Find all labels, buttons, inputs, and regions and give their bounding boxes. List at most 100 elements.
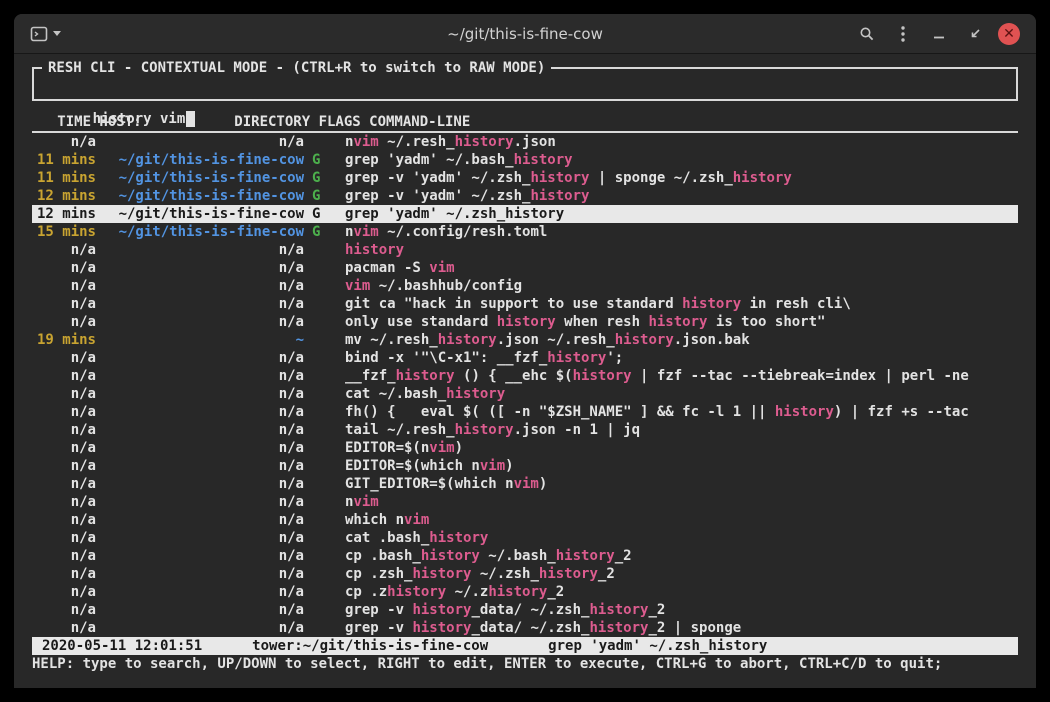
command-text: .json ~/.resh_: [497, 332, 615, 348]
search-button[interactable]: [854, 20, 880, 48]
history-row[interactable]: n/an/afh() { eval $( ([ -n "$ZSH_NAME" ]…: [32, 403, 1018, 421]
history-row[interactable]: n/an/apacman -S vim: [32, 259, 1018, 277]
command-text: grep -v: [345, 602, 412, 618]
resh-search-box[interactable]: RESH CLI - CONTEXTUAL MODE - (CTRL+R to …: [32, 67, 1018, 101]
history-row[interactable]: n/an/acat .bash_history: [32, 529, 1018, 547]
match-highlight: history: [589, 620, 648, 636]
history-row[interactable]: n/an/awhich nvim: [32, 511, 1018, 529]
flags-cell: [312, 403, 337, 421]
resh-mode-label: RESH CLI - CONTEXTUAL MODE - (CTRL+R to …: [42, 59, 551, 77]
history-row[interactable]: 11 mins~/git/this-is-fine-cowGgrep -v 'y…: [32, 169, 1018, 187]
time-cell: n/a: [32, 547, 96, 565]
restore-button[interactable]: [962, 20, 988, 48]
match-highlight: vim: [353, 224, 378, 240]
history-row[interactable]: n/an/acp .zhistory ~/.zhistory_2: [32, 583, 1018, 601]
history-row[interactable]: n/an/atail ~/.resh_history.json -n 1 | j…: [32, 421, 1018, 439]
command-text: .json -n 1 | jq: [514, 422, 640, 438]
match-highlight: history: [396, 368, 455, 384]
match-highlight: history: [412, 602, 471, 618]
command-text: ~/.bash_: [480, 548, 556, 564]
command-text: _2: [598, 566, 615, 582]
minimize-icon: [933, 28, 945, 40]
command-cell: cp .zhistory ~/.zhistory_2: [345, 583, 1018, 601]
history-row[interactable]: n/an/acp .bash_history ~/.bash_history_2: [32, 547, 1018, 565]
history-row[interactable]: n/an/agrep -v history_data/ ~/.zsh_histo…: [32, 619, 1018, 637]
match-highlight: history: [648, 314, 707, 330]
directory-cell: n/a: [104, 583, 304, 601]
history-row[interactable]: n/an/ahistory: [32, 241, 1018, 259]
time-cell: n/a: [32, 403, 96, 421]
history-row[interactable]: n/an/acat ~/.bash_history: [32, 385, 1018, 403]
match-highlight: history: [530, 188, 589, 204]
history-row[interactable]: n/an/agrep -v history_data/ ~/.zsh_histo…: [32, 601, 1018, 619]
command-cell: nvim ~/.config/resh.toml: [345, 223, 1018, 241]
command-text: _data/ ~/.zsh_: [471, 620, 589, 636]
window-title: ~/git/this-is-fine-cow: [447, 25, 603, 43]
command-cell: grep -v 'yadm' ~/.zsh_history: [345, 187, 1018, 205]
match-highlight: vim: [429, 440, 454, 456]
history-row[interactable]: n/an/anvim: [32, 493, 1018, 511]
directory-cell: n/a: [104, 133, 304, 151]
history-row[interactable]: n/an/aEDITOR=$(nvim): [32, 439, 1018, 457]
command-text: which n: [345, 512, 404, 528]
match-highlight: history: [455, 422, 514, 438]
new-terminal-button[interactable]: [30, 20, 61, 48]
search-icon: [859, 26, 875, 42]
command-cell: only use standard history when resh hist…: [345, 313, 1018, 331]
directory-cell: n/a: [104, 547, 304, 565]
command-text: is too short": [707, 314, 825, 330]
status-command: grep 'yadm' ~/.zsh_history: [548, 637, 767, 655]
command-text: _2: [648, 602, 665, 618]
history-row[interactable]: 12 mins~/git/this-is-fine-cowGgrep -v 'y…: [32, 187, 1018, 205]
history-row[interactable]: n/an/anvim ~/.resh_history.json: [32, 133, 1018, 151]
command-cell: EDITOR=$(which nvim): [345, 457, 1018, 475]
command-text: cp .zsh_: [345, 566, 412, 582]
history-row[interactable]: n/an/aEDITOR=$(which nvim): [32, 457, 1018, 475]
history-row[interactable]: n/an/aGIT_EDITOR=$(which nvim): [32, 475, 1018, 493]
command-text: () { __ehc $(: [455, 368, 573, 384]
time-cell: 12 mins: [32, 187, 96, 205]
time-cell: n/a: [32, 241, 96, 259]
command-cell: tail ~/.resh_history.json -n 1 | jq: [345, 421, 1018, 439]
directory-cell: n/a: [104, 259, 304, 277]
history-row[interactable]: n/an/abind -x '"\C-x1": __fzf_history';: [32, 349, 1018, 367]
match-highlight: history: [412, 566, 471, 582]
match-highlight: vim: [345, 278, 370, 294]
time-cell: n/a: [32, 313, 96, 331]
match-highlight: history: [505, 206, 564, 222]
history-row[interactable]: 15 mins~/git/this-is-fine-cowGnvim ~/.co…: [32, 223, 1018, 241]
command-cell: nvim: [345, 493, 1018, 511]
flags-cell: [312, 511, 337, 529]
directory-cell: n/a: [104, 601, 304, 619]
history-row[interactable]: 12 mins~/git/this-is-fine-cowGgrep 'yadm…: [32, 205, 1018, 223]
command-text: | fzf --tac --tiebreak=index | perl -ne: [632, 368, 969, 384]
history-row[interactable]: 11 mins~/git/this-is-fine-cowGgrep 'yadm…: [32, 151, 1018, 169]
match-highlight: history: [530, 170, 589, 186]
command-cell: cp .zsh_history ~/.zsh_history_2: [345, 565, 1018, 583]
history-row[interactable]: n/an/avim ~/.bashhub/config: [32, 277, 1018, 295]
history-row[interactable]: n/an/a__fzf_history () { __ehc $(history…: [32, 367, 1018, 385]
close-button[interactable]: ✕: [998, 23, 1020, 45]
command-text: ~/.config/resh.toml: [379, 224, 548, 240]
kebab-menu-icon: [900, 25, 906, 43]
match-highlight: history: [733, 170, 792, 186]
time-cell: n/a: [32, 475, 96, 493]
command-cell: mv ~/.resh_history.json ~/.resh_history.…: [345, 331, 1018, 349]
command-text: pacman -S: [345, 260, 429, 276]
history-row[interactable]: 19 mins~mv ~/.resh_history.json ~/.resh_…: [32, 331, 1018, 349]
history-row[interactable]: n/an/acp .zsh_history ~/.zsh_history_2: [32, 565, 1018, 583]
command-text: bind -x '"\C-x1": __fzf_: [345, 350, 547, 366]
command-text: cp .z: [345, 584, 387, 600]
menu-button[interactable]: [890, 20, 916, 48]
match-highlight: vim: [353, 134, 378, 150]
flags-cell: [312, 277, 337, 295]
directory-cell: ~/git/this-is-fine-cow: [104, 223, 304, 241]
chevron-down-icon: [53, 31, 61, 36]
match-highlight: history: [775, 404, 834, 420]
history-row[interactable]: n/an/aonly use standard history when res…: [32, 313, 1018, 331]
history-row[interactable]: n/an/agit ca "hack in support to use sta…: [32, 295, 1018, 313]
match-highlight: history: [387, 584, 446, 600]
minimize-button[interactable]: [926, 20, 952, 48]
close-icon: ✕: [1003, 23, 1015, 45]
flags-cell: [312, 295, 337, 313]
